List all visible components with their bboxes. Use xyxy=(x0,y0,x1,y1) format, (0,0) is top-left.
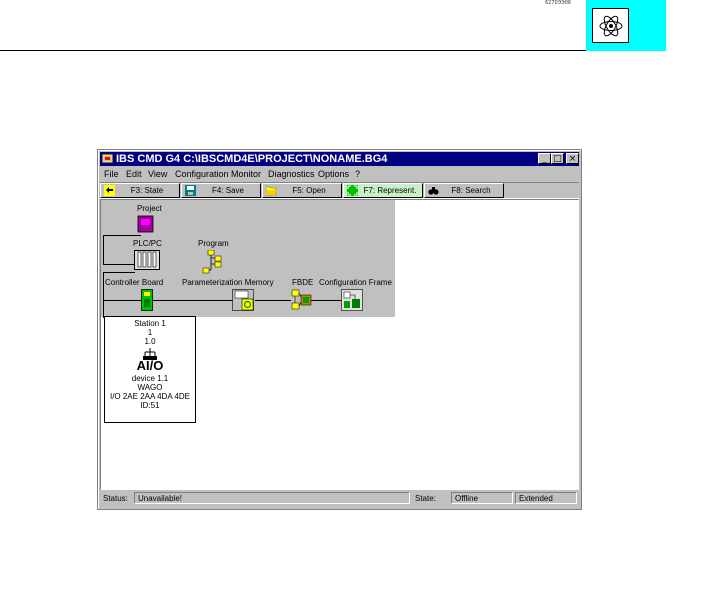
config-frame-icon xyxy=(341,289,363,311)
header-rule xyxy=(0,50,666,51)
save-button[interactable]: F4: Save xyxy=(181,183,261,198)
window-title: IBS CMD G4 C:\IBSCMD4E\PROJECT\NONAME.BG… xyxy=(116,153,388,165)
menu-options[interactable]: Options xyxy=(318,167,349,181)
plc-node[interactable] xyxy=(134,250,160,275)
device-io: I/O 2AE 2AA 4DA 4DE xyxy=(109,392,191,401)
menu-file[interactable]: File xyxy=(104,167,119,181)
represent-icon xyxy=(347,185,358,196)
connector-line xyxy=(255,300,291,301)
menu-monitor[interactable]: Monitor xyxy=(231,167,261,181)
fbde-icon xyxy=(291,289,312,310)
param-memory-node[interactable] xyxy=(232,289,254,316)
status-field: Unavailable! xyxy=(134,492,410,504)
state-icon xyxy=(104,185,115,196)
page-tag: 6270ЭЭ06 xyxy=(545,0,572,6)
connector-line xyxy=(103,300,143,301)
mode-field: Extended xyxy=(515,492,577,504)
function-key-toolbar: F3: State F4: Save F5: Open F7: Represen… xyxy=(100,182,579,199)
plc-rack-icon xyxy=(134,250,160,270)
memory-disk-icon xyxy=(232,289,254,311)
floppy-icon xyxy=(185,185,196,196)
menu-bar: File Edit View Configuration Monitor Dia… xyxy=(100,167,579,181)
connector-line xyxy=(103,264,135,265)
maximize-button[interactable]: □ xyxy=(551,153,564,164)
param-memory-label: Parameterization Memory xyxy=(182,278,274,287)
menu-diagnostics[interactable]: Diagnostics xyxy=(268,167,315,181)
project-tree-area: Project PLC/PC Program Controller Board … xyxy=(100,199,579,490)
menu-configuration[interactable]: Configuration xyxy=(175,167,229,181)
project-label: Project xyxy=(137,204,162,213)
search-button[interactable]: F8: Search xyxy=(424,183,504,198)
board-icon xyxy=(141,289,153,311)
connector-line xyxy=(153,300,233,301)
fbde-node[interactable] xyxy=(291,289,313,316)
state-field: Offline xyxy=(451,492,513,504)
header-logo xyxy=(586,0,666,51)
menu-view[interactable]: View xyxy=(148,167,167,181)
menu-edit[interactable]: Edit xyxy=(126,167,142,181)
status-label: Status: xyxy=(103,494,128,503)
menu-help[interactable]: ? xyxy=(355,167,360,181)
device-id: ID:51 xyxy=(140,401,160,410)
station-panel[interactable]: Station 1 1 1.0 AI/O device 1.1 WAGO I/O… xyxy=(104,316,196,423)
controller-board-label: Controller Board xyxy=(105,278,164,287)
connector-line xyxy=(311,300,341,301)
binoculars-icon xyxy=(428,187,439,195)
title-bar[interactable]: IBS CMD G4 C:\IBSCMD4E\PROJECT\NONAME.BG… xyxy=(100,152,579,166)
status-bar: Status: Unavailable! State: Offline Exte… xyxy=(100,492,579,506)
program-node[interactable] xyxy=(202,249,222,279)
station-number: 1 xyxy=(147,328,153,337)
state-label: State: xyxy=(415,494,436,503)
atom-icon xyxy=(592,8,629,43)
program-tree-icon xyxy=(202,249,222,274)
folder-open-icon xyxy=(266,186,277,196)
close-button[interactable]: × xyxy=(566,153,579,164)
state-button[interactable]: F3: State xyxy=(100,183,180,198)
represent-button[interactable]: F7: Represent. xyxy=(343,183,423,198)
fbde-label: FBDE xyxy=(292,278,314,287)
connector-line xyxy=(103,272,135,273)
program-label: Program xyxy=(198,239,229,248)
book-icon xyxy=(137,215,154,233)
open-button[interactable]: F5: Open xyxy=(262,183,342,198)
config-frame-label: Configuration Frame xyxy=(319,278,392,287)
config-frame-node[interactable] xyxy=(341,289,363,316)
connector-line xyxy=(103,272,104,300)
device-vendor: WAGO xyxy=(137,383,163,392)
minimize-button[interactable]: _ xyxy=(538,153,551,164)
station-title: Station 1 xyxy=(134,319,166,328)
module-type-label: AI/O xyxy=(136,358,164,373)
plc-label: PLC/PC xyxy=(133,239,162,248)
app-icon xyxy=(102,154,113,163)
controller-board-node[interactable] xyxy=(141,289,153,316)
connector-line xyxy=(103,235,141,236)
device-name: device 1.1 xyxy=(131,374,169,383)
app-window: IBS CMD G4 C:\IBSCMD4E\PROJECT\NONAME.BG… xyxy=(97,149,582,510)
station-address: 1.0 xyxy=(144,337,156,346)
connector-line xyxy=(103,235,104,265)
project-node[interactable] xyxy=(137,215,154,238)
